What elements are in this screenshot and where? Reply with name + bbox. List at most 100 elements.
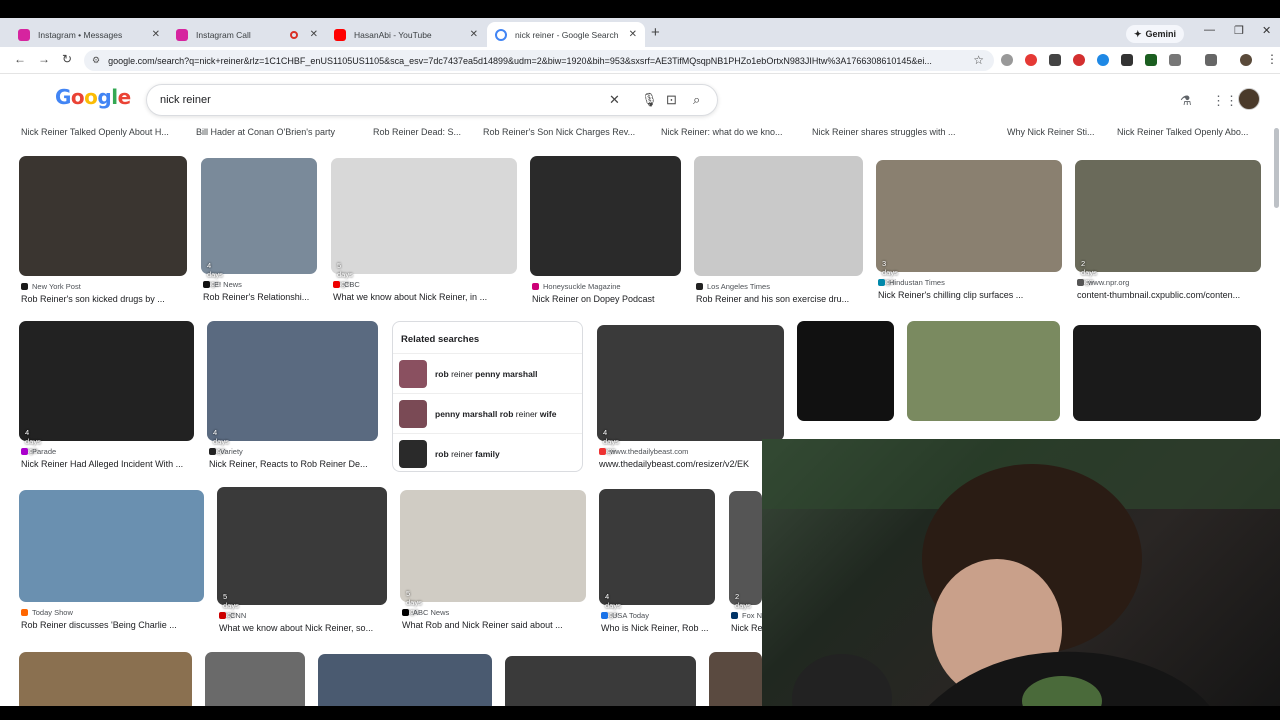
source-label: USA Today <box>601 611 649 620</box>
thumbnail <box>217 487 387 605</box>
source-favicon-icon <box>209 448 216 455</box>
image-title[interactable]: Nick Reiner on Dopey Podcast <box>532 294 683 304</box>
tab-google-search[interactable]: nick reiner - Google Search ✕ <box>487 22 645 47</box>
source-favicon-icon <box>203 281 210 288</box>
source-label: E! News <box>203 280 242 289</box>
reload-icon[interactable]: ↻ <box>62 52 72 66</box>
close-window-button[interactable]: ✕ <box>1262 24 1271 37</box>
image-title[interactable]: Rob Reiner's Son Nick Charges Rev... <box>483 127 648 137</box>
tab-instagram-messages[interactable]: Instagram • Messages ✕ <box>10 22 168 47</box>
search-input[interactable]: nick reiner ✕ 🎙 ⊡ ⌕ <box>146 84 718 116</box>
menu-icon[interactable]: ⋮ <box>1266 52 1278 66</box>
close-icon[interactable]: ✕ <box>152 29 160 40</box>
source-label: Hindustan Times <box>878 278 945 287</box>
extension-icon[interactable] <box>1001 54 1013 66</box>
extension-icon[interactable] <box>1073 54 1085 66</box>
image-title[interactable]: www.thedailybeast.com/resizer/v2/EK <box>599 459 786 469</box>
image-title[interactable]: What Rob and Nick Reiner said about ... <box>402 620 588 630</box>
bookmark-star-icon[interactable]: ☆ <box>973 53 984 67</box>
image-title[interactable]: Bill Hader at Conan O'Brien's party <box>196 127 356 137</box>
tab-instagram-call[interactable]: Instagram Call ✕ <box>168 22 326 47</box>
google-logo[interactable]: Google <box>55 85 131 109</box>
image-title[interactable]: Nick Reiner Talked Openly About H... <box>21 127 183 137</box>
profile-avatar[interactable] <box>1240 54 1252 66</box>
image-title[interactable]: Rob Reiner discusses 'Being Charlie ... <box>21 620 206 630</box>
image-title[interactable]: Rob Reiner's son kicked drugs by ... <box>21 294 189 304</box>
source-label: Honeysuckle Magazine <box>532 282 621 291</box>
thumbnail <box>207 321 378 441</box>
clear-icon[interactable]: ✕ <box>609 92 620 108</box>
source-name: Parade <box>32 447 57 456</box>
image-title[interactable]: Nick Reiner's chilling clip surfaces ... <box>878 290 1064 300</box>
image-title[interactable]: What we know about Nick Reiner, in ... <box>333 292 519 302</box>
related-thumbnail <box>399 399 427 428</box>
image-title[interactable]: What we know about Nick Reiner, so... <box>219 623 389 633</box>
image-title[interactable]: Rob Reiner's Relationshi... <box>203 292 319 302</box>
forward-icon[interactable]: → <box>38 52 50 66</box>
extension-icon[interactable] <box>1145 54 1157 66</box>
labs-icon[interactable]: ⚗ <box>1180 93 1192 109</box>
address-bar[interactable]: ⚙ google.com/search?q=nick+reiner&rlz=1C… <box>84 50 994 71</box>
restore-button[interactable]: ❐ <box>1234 24 1244 37</box>
related-term: family <box>475 448 500 459</box>
source-favicon-icon <box>731 612 738 619</box>
image-title[interactable]: Nick Reiner shares struggles with ... <box>812 127 992 137</box>
related-term: penny marshall <box>475 368 538 379</box>
image-title[interactable]: Nick Re <box>731 623 764 633</box>
close-icon[interactable]: ✕ <box>629 29 637 40</box>
split-view-icon[interactable] <box>1205 54 1217 66</box>
source-name: CNN <box>230 611 247 620</box>
thumbnail <box>907 321 1060 421</box>
close-icon[interactable]: ✕ <box>470 29 478 40</box>
extension-icon[interactable] <box>1097 54 1109 66</box>
image-title[interactable]: content-thumbnail.cxpublic.com/conten... <box>1077 290 1263 300</box>
image-title[interactable]: Nick Reiner Talked Openly Abo... <box>1117 127 1277 137</box>
extension-icon[interactable] <box>1049 54 1061 66</box>
shield-icon[interactable] <box>1121 54 1133 66</box>
thumbnail <box>19 321 194 441</box>
related-search-item[interactable]: rob reiner family <box>393 433 582 473</box>
image-title[interactable]: Rob Reiner and his son exercise dru... <box>696 294 865 304</box>
source-label: Los Angeles Times <box>696 282 770 291</box>
puzzle-icon[interactable] <box>1169 54 1181 66</box>
image-title[interactable]: Nick Reiner, Reacts to Rob Reiner De... <box>209 459 380 469</box>
back-icon[interactable]: ← <box>14 52 26 66</box>
image-title[interactable]: Nick Reiner Had Alleged Incident With ..… <box>21 459 196 469</box>
source-name: Fox N <box>742 611 763 620</box>
time-badge: 2 days <box>735 592 751 610</box>
thumbnail <box>597 325 784 441</box>
image-title[interactable]: Rob Reiner Dead: S... <box>373 127 473 137</box>
new-tab-button[interactable]: + <box>651 24 660 41</box>
search-icon[interactable]: ⌕ <box>693 92 700 108</box>
minimize-button[interactable]: — <box>1204 24 1215 36</box>
thumbnail <box>1073 325 1261 421</box>
source-favicon-icon <box>599 448 606 455</box>
microphone-icon[interactable]: 🎙 <box>641 92 658 108</box>
source-name: Los Angeles Times <box>707 282 770 291</box>
image-title[interactable]: Who is Nick Reiner, Rob ... <box>601 623 717 633</box>
lens-icon[interactable]: ⊡ <box>666 92 677 108</box>
related-term: reiner <box>448 368 476 379</box>
image-title[interactable]: Why Nick Reiner Sti... <box>1007 127 1107 137</box>
tab-label: nick reiner - Google Search <box>515 29 619 40</box>
thumbnail <box>201 158 317 274</box>
site-info-icon[interactable]: ⚙ <box>92 55 100 66</box>
thumbnail <box>505 656 696 706</box>
related-title: Related searches <box>401 334 480 345</box>
adblock-icon[interactable] <box>1025 54 1037 66</box>
close-icon[interactable]: ✕ <box>310 29 318 40</box>
image-title[interactable]: Nick Reiner: what do we kno... <box>661 127 801 137</box>
gemini-button[interactable]: ✦ Gemini <box>1126 25 1185 43</box>
source-name: Variety <box>220 447 243 456</box>
related-search-item[interactable]: rob reiner penny marshall <box>393 353 582 393</box>
source-favicon-icon <box>402 609 409 616</box>
related-thumbnail <box>399 359 427 388</box>
related-term: penny marshall rob <box>435 408 514 419</box>
related-search-item[interactable]: penny marshall rob reiner wife <box>393 393 582 433</box>
apps-grid-icon[interactable]: ⋮⋮ <box>1212 93 1238 109</box>
tab-label: Instagram Call <box>196 29 251 40</box>
scrollbar[interactable] <box>1274 128 1279 208</box>
tab-youtube[interactable]: HasanAbi - YouTube ✕ <box>326 22 486 47</box>
browser-toolbar: ← → ↻ ⚙ google.com/search?q=nick+reiner&… <box>0 47 1280 74</box>
avatar[interactable] <box>1238 88 1260 110</box>
